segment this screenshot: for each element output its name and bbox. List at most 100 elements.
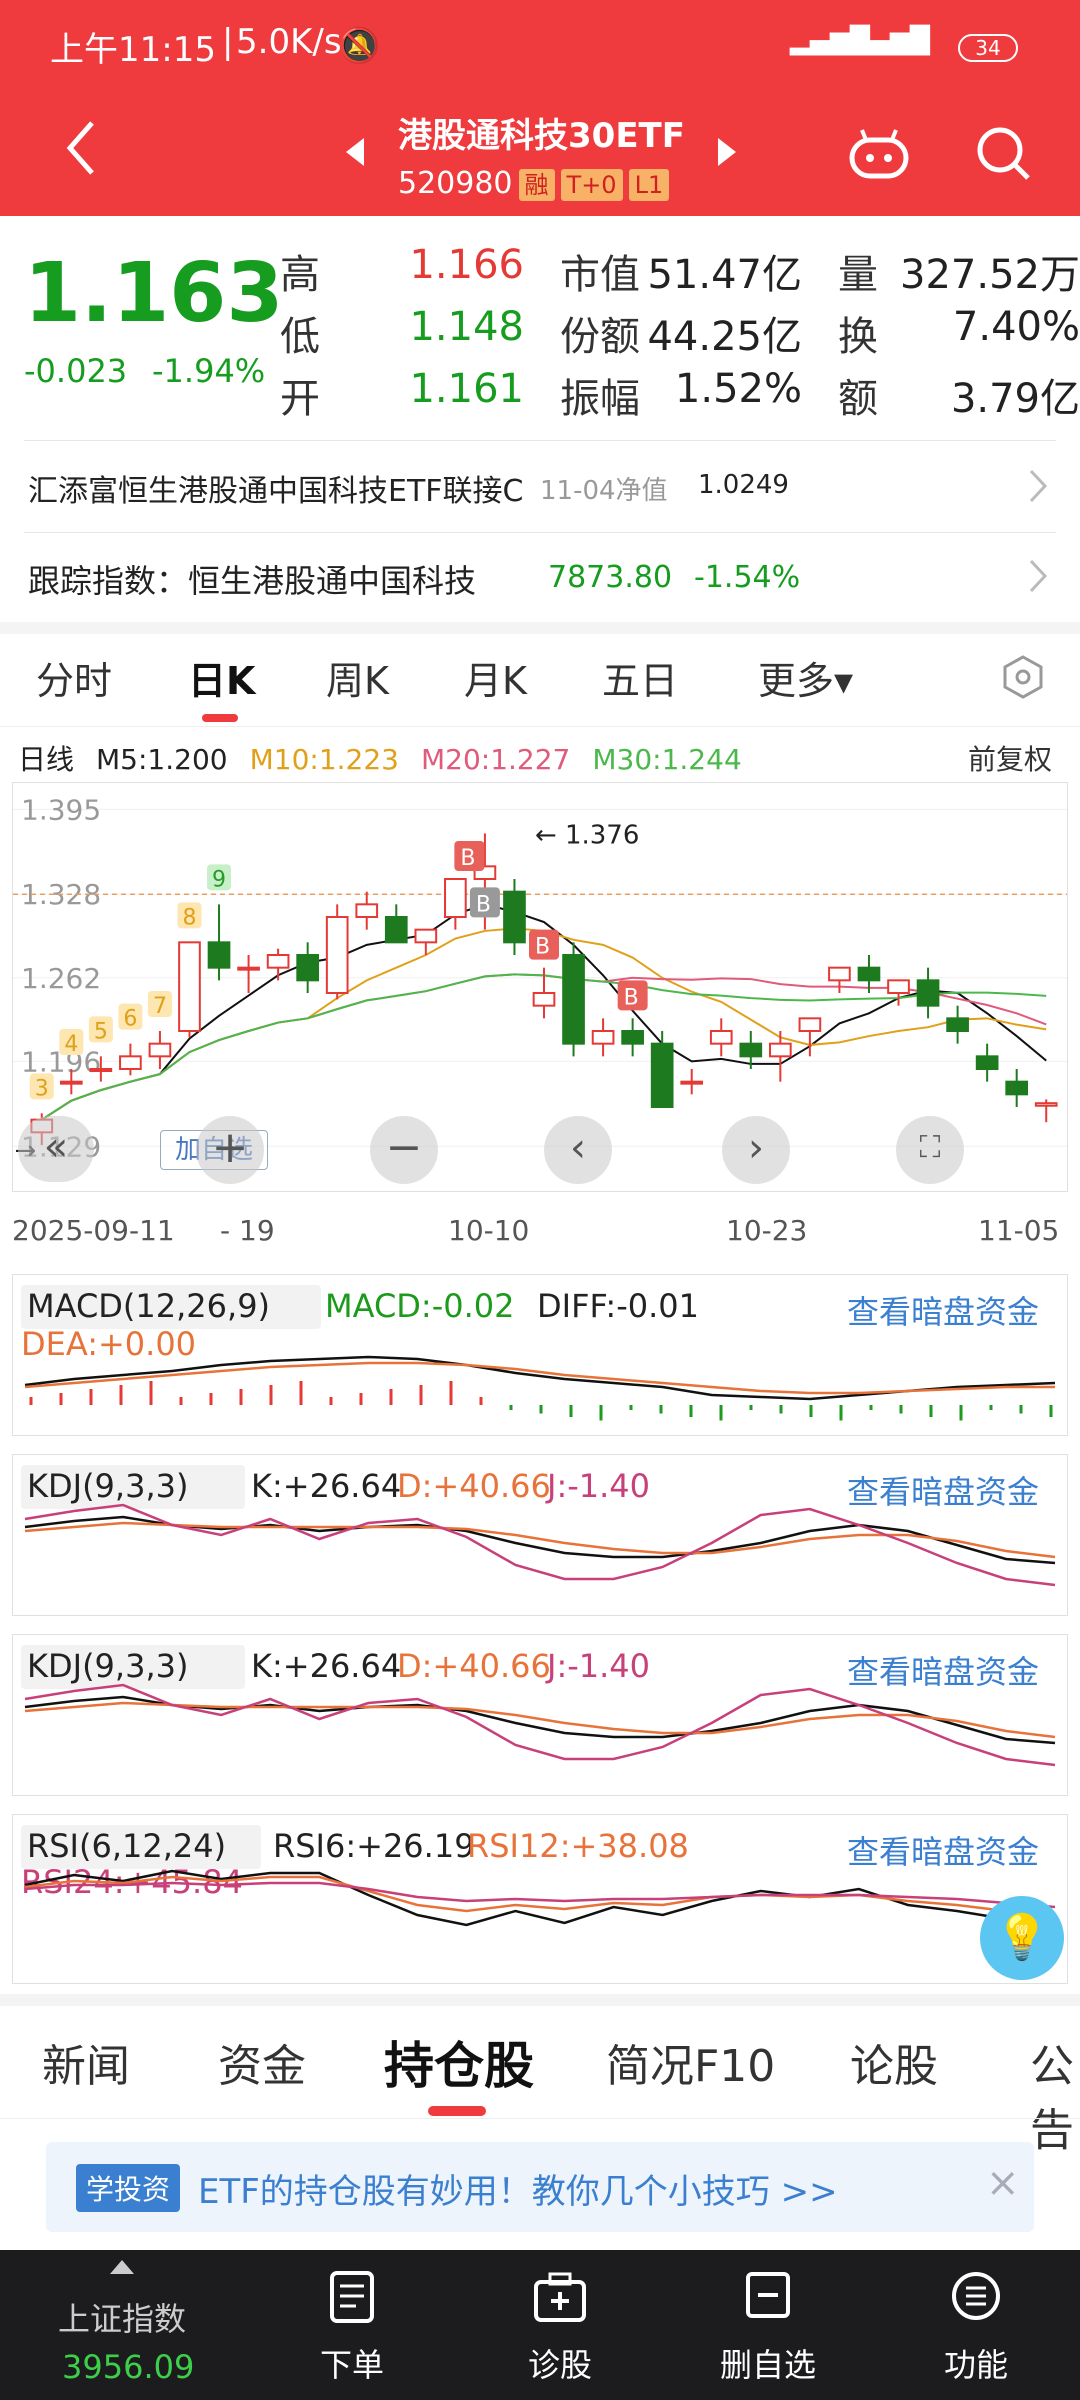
function-button[interactable]: 功能 [896, 2250, 1056, 2400]
amount-label: 额 [838, 376, 878, 422]
shares-label: 份额 [560, 314, 640, 360]
tracking-index-row[interactable]: 跟踪指数：恒生港股通中国科技 7873.80 -1.54% [0, 534, 1080, 622]
section-gap [0, 1994, 1080, 2006]
kdj-canvas [24, 1683, 1056, 1767]
macd-canvas [24, 1355, 1056, 1421]
chevron-right-icon [1029, 469, 1048, 503]
zoom-out-button[interactable]: − [370, 1116, 438, 1184]
scroll-far-left-button[interactable]: « [18, 1116, 94, 1182]
header-bar: 上午11:15 | 5.0K/s 🔕 ▂▄▆█ ▂▄▆█ ◠ 34 港股通科技3… [0, 0, 1080, 216]
kdj-panel-2[interactable]: KDJ(9,3,3) K:+26.64 D:+40.66 J:-1.40 查看暗… [12, 1634, 1068, 1796]
macd-panel[interactable]: MACD(12,26,9) MACD:-0.02 DIFF:-0.01 DEA:… [12, 1274, 1068, 1436]
tab-f10[interactable]: 简况F10 [606, 2030, 775, 2094]
scroll-right-button[interactable]: › [722, 1116, 790, 1184]
tab-intraday[interactable]: 分时 [36, 650, 112, 705]
document-icon [330, 2271, 374, 2323]
x-tick-label: 2025-09-11 [12, 1214, 175, 1247]
tab-discussion[interactable]: 论股 [850, 2030, 938, 2094]
stock-code: 520980 [398, 166, 513, 201]
order-label: 下单 [319, 2346, 384, 2384]
candle-body [946, 1017, 969, 1032]
search-button[interactable] [970, 120, 1036, 186]
settings-hex-icon[interactable] [1000, 654, 1046, 700]
diff-line [24, 1355, 1056, 1401]
next-stock-button[interactable] [712, 132, 742, 172]
price-change: -0.023 [24, 352, 128, 390]
wifi-icon: ◠ [902, 26, 929, 61]
linked-fund-row[interactable]: 汇添富恒生港股通中国科技ETF联接C 11-04净值 1.0249 [0, 442, 1080, 532]
candle-body [562, 954, 585, 1045]
tab-five-day[interactable]: 五日 [602, 650, 678, 705]
index-label[interactable]: 上证指数 [58, 2294, 186, 2340]
scroll-left-button[interactable]: ‹ [544, 1116, 612, 1184]
shares-value: 44.25亿 [647, 314, 802, 360]
rsi-panel[interactable]: RSI(6,12,24) RSI6:+26.19 RSI12:+38.08 RS… [12, 1814, 1068, 1984]
kdj-j-line [24, 1683, 1056, 1767]
tab-weekly-k[interactable]: 周K [326, 650, 389, 705]
linked-fund-name: 汇添富恒生港股通中国科技ETF联接C [28, 474, 524, 509]
order-button[interactable]: 下单 [272, 2250, 432, 2400]
candle-body [237, 966, 260, 971]
candle-body [384, 916, 408, 944]
mktcap-label: 市值 [560, 252, 640, 298]
candle-body [444, 878, 467, 918]
adjust-mode[interactable]: 前复权 [968, 738, 1052, 778]
stock-code-row: 520980 融 T+0 L1 [398, 166, 670, 201]
candle-body [769, 1042, 792, 1058]
price-change-pct: -1.94% [152, 352, 266, 390]
tab-more[interactable]: 更多▾ [758, 650, 853, 705]
dea-line [24, 1361, 1055, 1395]
x-tick-label: 10-10 [448, 1214, 530, 1247]
fullscreen-button[interactable]: ⛶ [896, 1116, 964, 1184]
status-time: 上午11:15 [50, 30, 216, 70]
remove-watch-button[interactable]: 删自选 [688, 2250, 848, 2400]
candle-body [148, 1042, 172, 1058]
promo-banner[interactable]: 学投资 ETF的持仓股有妙用！教你几个小技巧 >> × [46, 2142, 1034, 2232]
back-button[interactable] [56, 118, 106, 178]
tab-monthly-k[interactable]: 月K [464, 650, 527, 705]
robot-icon [849, 129, 909, 179]
open-label: 开 [280, 376, 320, 422]
tab-announcements[interactable]: 公告 [1030, 2030, 1080, 2158]
candle-body [916, 979, 940, 1007]
robot-assistant-button[interactable] [846, 124, 912, 184]
y-tick-label: 1.262 [21, 962, 101, 995]
rsi-canvas [24, 1869, 1056, 1931]
divider [0, 2118, 1080, 2119]
close-icon[interactable]: × [986, 2160, 1020, 2206]
prev-stock-button[interactable] [340, 132, 370, 172]
candle-body [178, 941, 201, 1032]
tab-daily-k[interactable]: 日K [188, 650, 255, 705]
low-value: 1.148 [409, 304, 524, 350]
signal-marker-label: 5 [94, 1019, 108, 1044]
x-tick-label: - 19 [220, 1214, 275, 1247]
b-marker-label: B [624, 985, 639, 1010]
ma20: M20:1.227 [420, 743, 571, 776]
candle-body [591, 1030, 615, 1045]
ma-type: 日线 [18, 743, 75, 776]
diagnose-button[interactable]: 诊股 [480, 2250, 640, 2400]
linked-fund-nav: 1.0249 [698, 470, 789, 500]
candle-body [59, 1080, 83, 1085]
lightbulb-icon[interactable]: 💡 [980, 1896, 1064, 1980]
expand-up-icon[interactable] [110, 2260, 134, 2274]
kdj-panel[interactable]: KDJ(9,3,3) K:+26.64 D:+40.66 J:-1.40 查看暗… [12, 1454, 1068, 1616]
tab-funds[interactable]: 资金 [218, 2030, 306, 2094]
tab-news[interactable]: 新闻 [42, 2030, 130, 2094]
candle-body [709, 1030, 733, 1045]
divider [0, 726, 1080, 727]
zoom-in-button[interactable]: + [196, 1116, 264, 1184]
battery-icon: 34 [958, 34, 1018, 62]
candle-body [296, 954, 319, 982]
ma10: M10:1.223 [249, 743, 399, 776]
remove-watch-label: 删自选 [719, 2346, 816, 2384]
tracking-index-value: 7873.80 [548, 560, 673, 595]
signal-marker-label: 3 [35, 1076, 49, 1101]
tab-holdings[interactable]: 持仓股 [384, 2026, 534, 2098]
stock-title: 港股通科技30ETF [398, 116, 685, 156]
status-speed: 5.0K/s [236, 22, 342, 62]
function-label: 功能 [943, 2346, 1008, 2384]
candle-body [207, 941, 231, 969]
candle-body [739, 1042, 763, 1058]
candle-body [532, 992, 556, 1007]
